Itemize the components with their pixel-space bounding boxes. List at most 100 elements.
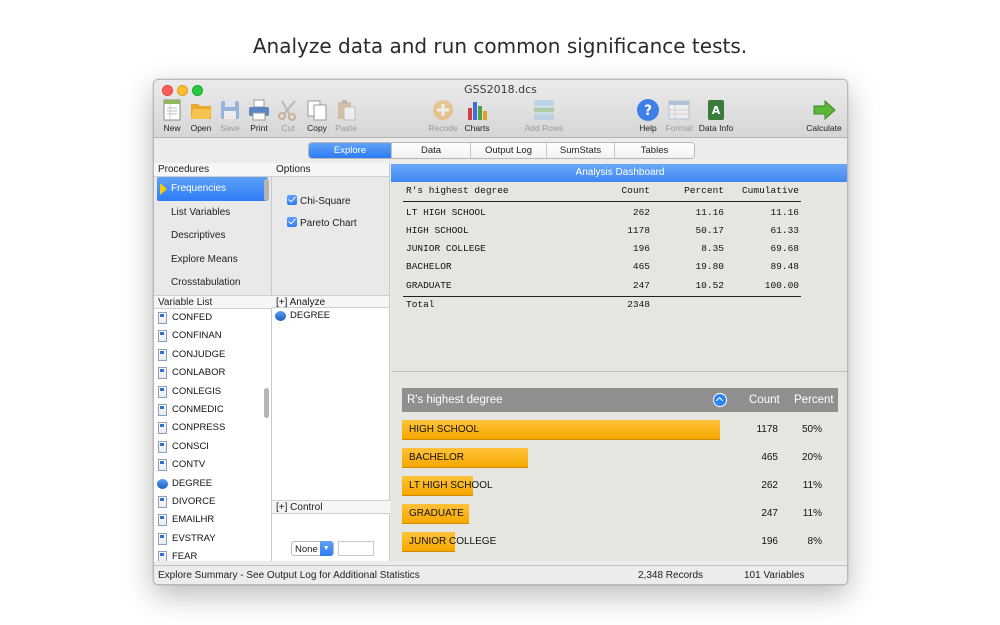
add-rows-icon bbox=[532, 98, 556, 122]
procedure-explore-means[interactable]: Explore Means bbox=[154, 248, 271, 272]
list-item[interactable]: CONMEDIC bbox=[154, 401, 271, 419]
variable-icon bbox=[158, 348, 167, 361]
table-row: GRADUATE 247 10.52 100.00 bbox=[406, 279, 799, 291]
variable-icon bbox=[158, 551, 167, 561]
table-total-row: Total 2348 bbox=[406, 298, 650, 310]
pareto-chart-checkbox[interactable]: Pareto Chart bbox=[287, 217, 357, 229]
analyze-variable[interactable]: DEGREE bbox=[272, 308, 389, 324]
variable-icon bbox=[158, 312, 167, 324]
chart-percent-header: Percent bbox=[794, 394, 834, 406]
chart-percent-label: 50% bbox=[801, 424, 822, 435]
toolbar: GSS2018.dcs New Open Save Print Cut Copy… bbox=[154, 80, 847, 138]
list-item[interactable]: CONTV bbox=[154, 456, 271, 474]
chart-count-label: 1178 bbox=[756, 424, 778, 435]
variable-icon bbox=[158, 330, 167, 343]
chart-category-label: LT HIGH SCHOOL bbox=[409, 480, 493, 491]
list-item[interactable]: DEGREE bbox=[154, 475, 271, 493]
variable-icon bbox=[158, 422, 167, 435]
add-rows-button[interactable]: Add Rows bbox=[524, 98, 564, 133]
variable-list-header: Variable List bbox=[154, 295, 272, 309]
list-item[interactable]: CONPRESS bbox=[154, 419, 271, 437]
data-info-button[interactable]: A Data Info bbox=[696, 98, 736, 133]
variable-list: CONFED CONFINAN CONJUDGE CONLABOR CONLEG… bbox=[154, 309, 272, 561]
procedure-crosstabulation[interactable]: Crosstabulation bbox=[154, 271, 271, 295]
chart-count-label: 196 bbox=[761, 536, 778, 547]
format-grid-icon bbox=[667, 98, 691, 122]
procedure-descriptives[interactable]: Descriptives bbox=[154, 224, 271, 248]
checkbox-checked-icon bbox=[287, 217, 297, 227]
variable-icon bbox=[158, 367, 167, 380]
variable-icon bbox=[158, 440, 167, 453]
procedure-frequencies[interactable]: Frequencies bbox=[157, 177, 268, 201]
list-item[interactable]: EMAILHR bbox=[154, 511, 271, 529]
chart-bar-row: LT HIGH SCHOOL 262 11% bbox=[402, 476, 838, 496]
frequency-bar-chart: R's highest degree Count Percent HIGH SC… bbox=[391, 372, 847, 561]
recode-plus-icon bbox=[431, 98, 455, 122]
status-variables: 101 Variables bbox=[744, 570, 805, 581]
list-item[interactable]: CONJUDGE bbox=[154, 346, 271, 364]
tab-tables[interactable]: Tables bbox=[615, 143, 694, 158]
app-window: GSS2018.dcs New Open Save Print Cut Copy… bbox=[153, 79, 848, 585]
selected-arrow-icon bbox=[160, 183, 167, 195]
procedure-list-variables[interactable]: List Variables bbox=[154, 201, 271, 225]
variable-list-scrollbar[interactable] bbox=[264, 388, 269, 418]
variable-icon bbox=[158, 514, 167, 527]
chi-square-checkbox[interactable]: Chi-Square bbox=[287, 195, 351, 207]
list-item[interactable]: CONLABOR bbox=[154, 364, 271, 382]
chart-percent-label: 11% bbox=[802, 480, 822, 491]
format-button[interactable]: Format bbox=[659, 98, 699, 133]
analysis-dashboard-title: Analysis Dashboard bbox=[391, 164, 847, 182]
bar-chart-icon bbox=[465, 98, 489, 122]
status-records: 2,348 Records bbox=[638, 570, 704, 581]
control-header[interactable]: [+] Control bbox=[272, 500, 390, 514]
chart-percent-label: 20% bbox=[801, 452, 822, 463]
tab-output-log[interactable]: Output Log bbox=[471, 143, 547, 158]
analyze-header[interactable]: [+] Analyze bbox=[272, 295, 389, 308]
calculate-button[interactable]: Calculate bbox=[804, 98, 844, 133]
table-row: HIGH SCHOOL 1178 50.17 61.33 bbox=[406, 224, 799, 236]
view-tabs: Explore Data Output Log SumStats Tables bbox=[308, 142, 695, 159]
options-panel: Options Chi-Square Pareto Chart bbox=[272, 163, 390, 295]
calculate-arrow-icon bbox=[812, 98, 836, 122]
analyze-panel: [+] Analyze DEGREE [+] Control None ▼ bbox=[272, 295, 390, 561]
window-title: GSS2018.dcs bbox=[464, 83, 537, 96]
tab-sumstats[interactable]: SumStats bbox=[547, 143, 615, 158]
variable-icon bbox=[158, 403, 167, 416]
tab-data[interactable]: Data bbox=[392, 143, 471, 158]
list-item[interactable]: EVSTRAY bbox=[154, 530, 271, 548]
sort-chevron-up-icon[interactable] bbox=[713, 393, 727, 407]
list-item[interactable]: DIVORCE bbox=[154, 493, 271, 511]
table-row: LT HIGH SCHOOL 262 11.16 11.16 bbox=[406, 206, 799, 218]
table-header-row: R's highest degree Count Percent Cumulat… bbox=[406, 185, 799, 196]
chart-bar-row: GRADUATE 247 11% bbox=[402, 504, 838, 524]
list-item[interactable]: CONLEGIS bbox=[154, 383, 271, 401]
procedures-scrollbar[interactable] bbox=[264, 179, 269, 201]
list-item[interactable]: CONFED bbox=[154, 309, 271, 327]
control-value-input[interactable] bbox=[338, 541, 374, 556]
chart-count-label: 262 bbox=[761, 480, 778, 491]
help-question-icon: ? bbox=[636, 98, 660, 122]
list-item[interactable]: FEAR bbox=[154, 548, 271, 561]
list-item[interactable]: CONSCI bbox=[154, 438, 271, 456]
chart-title: R's highest degree bbox=[407, 394, 503, 406]
variable-icon bbox=[158, 459, 167, 472]
charts-button[interactable]: Charts bbox=[457, 98, 497, 133]
control-select[interactable]: None ▼ bbox=[291, 541, 334, 556]
chart-header: R's highest degree Count Percent bbox=[402, 388, 838, 412]
frequency-table: R's highest degree Count Percent Cumulat… bbox=[391, 182, 847, 372]
list-item[interactable]: CONFINAN bbox=[154, 327, 271, 345]
paste-button[interactable]: Paste bbox=[326, 98, 366, 133]
chart-bar-row: BACHELOR 465 20% bbox=[402, 448, 838, 468]
chart-bar-row: JUNIOR COLLEGE 196 8% bbox=[402, 532, 838, 552]
chart-category-label: BACHELOR bbox=[409, 452, 465, 463]
chart-count-label: 247 bbox=[761, 508, 778, 519]
options-header: Options bbox=[272, 163, 389, 177]
table-row: JUNIOR COLLEGE 196 8.35 69.68 bbox=[406, 243, 799, 255]
tab-explore[interactable]: Explore bbox=[309, 143, 392, 158]
table-row: BACHELOR 465 19.80 89.48 bbox=[406, 261, 799, 273]
chart-bar-row: HIGH SCHOOL 1178 50% bbox=[402, 420, 838, 440]
chart-category-label: JUNIOR COLLEGE bbox=[409, 536, 497, 547]
chart-percent-label: 8% bbox=[807, 536, 822, 547]
variable-icon bbox=[158, 532, 167, 545]
chart-percent-label: 11% bbox=[802, 508, 822, 519]
